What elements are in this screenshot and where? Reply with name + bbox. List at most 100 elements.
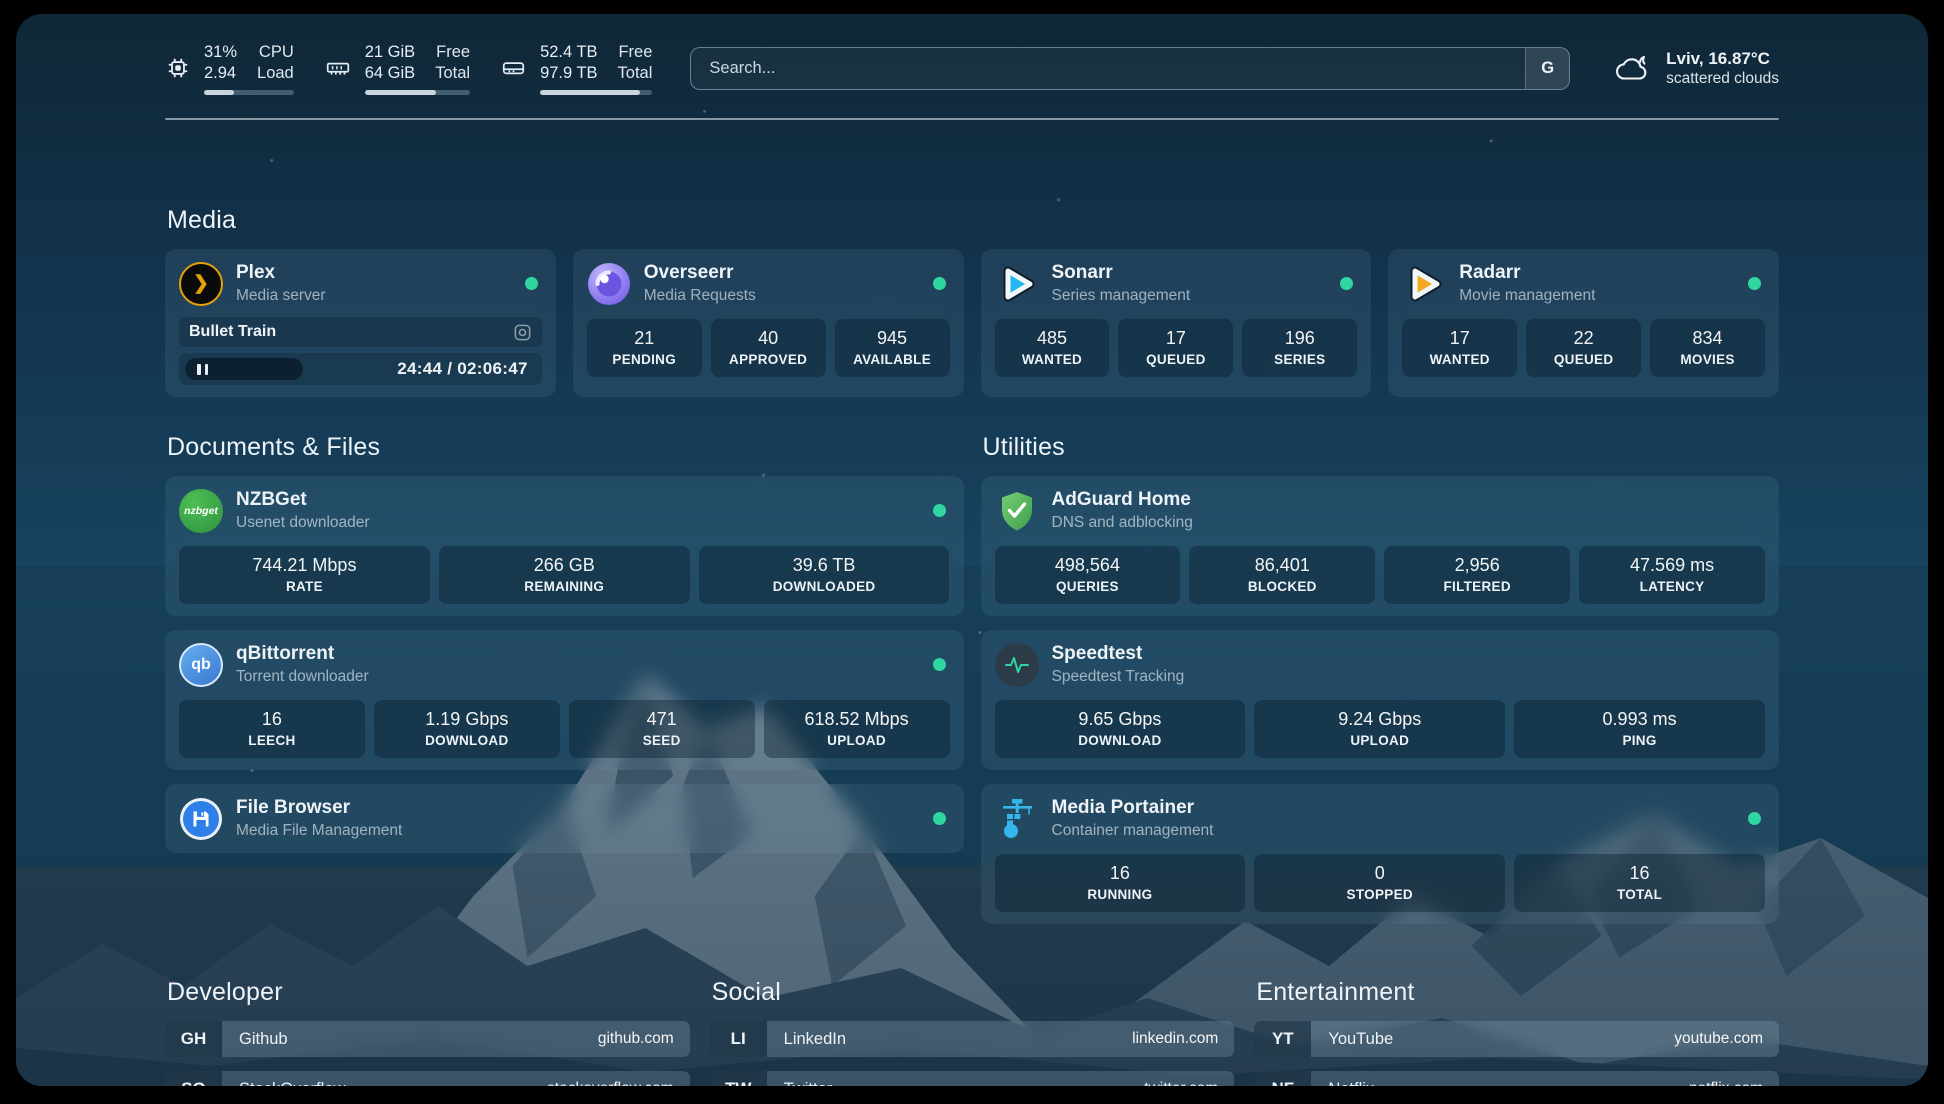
stat-label: QUEUED [1122, 351, 1229, 368]
stat-rate: 744.21 Mbps RATE [179, 546, 430, 604]
stat-value: 16 [999, 862, 1242, 885]
stat-filtered: 2,956 FILTERED [1384, 546, 1570, 604]
plex-session-row[interactable]: Bullet Train [179, 317, 542, 347]
stat-label: LATENCY [1583, 578, 1761, 595]
stat-label: PENDING [591, 351, 698, 368]
app-title: Speedtest [1052, 642, 1185, 666]
filebrowser-card-link[interactable]: File Browser Media File Management [179, 796, 950, 841]
search-input[interactable] [691, 48, 1525, 89]
stat-upload: 618.52 Mbps UPLOAD [764, 700, 950, 758]
radarr-icon [1402, 262, 1446, 306]
section-title: Utilities [983, 433, 1780, 462]
stat-value: 17 [1122, 327, 1229, 350]
bookmark-name: YouTube [1311, 1030, 1393, 1049]
sonarr-icon [995, 262, 1039, 306]
stat-label: REMAINING [443, 578, 686, 595]
stat-value: 16 [1518, 862, 1761, 885]
stat-wanted: 485 WANTED [995, 319, 1110, 377]
portainer-card: Media Portainer Container management 16 … [981, 784, 1780, 924]
nzbget-card: nzbget NZBGet Usenet downloader 744.21 M… [165, 476, 964, 616]
stat-pending: 21 PENDING [587, 319, 702, 377]
bookmark-abbr: SO [165, 1071, 222, 1086]
qbittorrent-card: qb qBittorrent Torrent downloader 16 LEE… [165, 630, 964, 770]
radarr-card-link[interactable]: Radarr Movie management [1402, 261, 1765, 306]
bookmark-domain: github.com [598, 1030, 690, 1048]
overseerr-card: Overseerr Media Requests 21 PENDING 40 A… [573, 249, 964, 397]
bookmark-abbr: TW [710, 1071, 767, 1086]
stat-series: 196 SERIES [1242, 319, 1357, 377]
bookmark-group-social: Social LI LinkedIn linkedin.com TW Twitt… [710, 978, 1235, 1086]
speedtest-icon [995, 643, 1039, 687]
qbittorrent-wordmark: qb [191, 656, 211, 674]
now-playing-title: Bullet Train [189, 323, 276, 341]
bookmark-name: LinkedIn [767, 1030, 846, 1049]
search-provider-button[interactable]: G [1525, 48, 1569, 89]
bookmark-stackoverflow[interactable]: SO StackOverflow stackoverflow.com [165, 1071, 690, 1086]
cpu-icon [165, 55, 191, 81]
cpu-progress-track [204, 90, 294, 95]
app-subtitle: Usenet downloader [236, 513, 370, 533]
stat-value: 39.6 TB [703, 554, 946, 577]
section-title: Developer [167, 978, 690, 1007]
nzbget-icon: nzbget [179, 489, 223, 533]
bookmark-abbr: GH [165, 1021, 222, 1057]
app-subtitle: DNS and adblocking [1052, 513, 1193, 533]
bookmark-twitter[interactable]: TW Twitter twitter.com [710, 1071, 1235, 1086]
nzbget-card-link[interactable]: nzbget NZBGet Usenet downloader [179, 488, 950, 533]
app-subtitle: Speedtest Tracking [1052, 667, 1185, 687]
stat-value: 40 [715, 327, 822, 350]
cpu-usage-label: CPU [257, 42, 294, 63]
stat-blocked: 86,401 BLOCKED [1189, 546, 1375, 604]
memory-free-label: Free [435, 42, 470, 63]
stat-label: RATE [183, 578, 426, 595]
bookmark-netflix[interactable]: NF Netflix netflix.com [1254, 1071, 1779, 1086]
stat-label: UPLOAD [768, 732, 946, 749]
bookmark-abbr: YT [1254, 1021, 1311, 1057]
stat-downloaded: 39.6 TB DOWNLOADED [699, 546, 950, 604]
top-bar: 31% 2.94 CPU Load [165, 42, 1779, 94]
status-dot [1340, 277, 1353, 290]
portainer-card-link[interactable]: Media Portainer Container management [995, 796, 1766, 841]
section-title: Entertainment [1256, 978, 1779, 1007]
app-title: File Browser [236, 796, 402, 820]
stat-label: LEECH [183, 732, 361, 749]
stat-latency: 47.569 ms LATENCY [1579, 546, 1765, 604]
app-title: AdGuard Home [1052, 488, 1193, 512]
qbittorrent-icon: qb [179, 643, 223, 687]
stat-value: 16 [183, 708, 361, 731]
bookmark-youtube[interactable]: YT YouTube youtube.com [1254, 1021, 1779, 1057]
stat-label: TOTAL [1518, 886, 1761, 903]
pause-button[interactable] [185, 358, 303, 380]
app-title: qBittorrent [236, 642, 369, 666]
stat-label: AVAILABLE [839, 351, 946, 368]
cpu-load-label: Load [257, 63, 294, 84]
cloud-moon-icon [1612, 48, 1654, 88]
plex-chevron-glyph: ❯ [193, 272, 209, 295]
disk-progress-fill [540, 90, 640, 95]
disk-total-value: 97.9 TB [540, 63, 597, 84]
qbittorrent-card-link[interactable]: qb qBittorrent Torrent downloader [179, 642, 950, 687]
adguard-card-link[interactable]: AdGuard Home DNS and adblocking [995, 488, 1766, 533]
stat-value: 618.52 Mbps [768, 708, 946, 731]
stat-value: 9.65 Gbps [999, 708, 1242, 731]
app-title: NZBGet [236, 488, 370, 512]
memory-progress-track [365, 90, 470, 95]
stat-label: QUERIES [999, 578, 1177, 595]
stat-value: 471 [573, 708, 751, 731]
stat-seed: 471 SEED [569, 700, 755, 758]
bookmark-group-developer: Developer GH Github github.com SO StackO… [165, 978, 690, 1086]
stat-label: BLOCKED [1193, 578, 1371, 595]
sonarr-card-link[interactable]: Sonarr Series management [995, 261, 1358, 306]
bookmark-github[interactable]: GH Github github.com [165, 1021, 690, 1057]
plex-card-link[interactable]: ❯ Plex Media server [179, 261, 542, 306]
section-media: Media ❯ Plex Media server Bullet Train [165, 206, 1779, 397]
stat-queued: 17 QUEUED [1118, 319, 1233, 377]
speedtest-card-link[interactable]: Speedtest Speedtest Tracking [995, 642, 1766, 687]
disk-icon [500, 55, 527, 81]
bookmark-linkedin[interactable]: LI LinkedIn linkedin.com [710, 1021, 1235, 1057]
stat-queries: 498,564 QUERIES [995, 546, 1181, 604]
video-session-icon [513, 323, 532, 342]
stat-value: 21 [591, 327, 698, 350]
memory-free-value: 21 GiB [365, 42, 415, 63]
overseerr-card-link[interactable]: Overseerr Media Requests [587, 261, 950, 306]
